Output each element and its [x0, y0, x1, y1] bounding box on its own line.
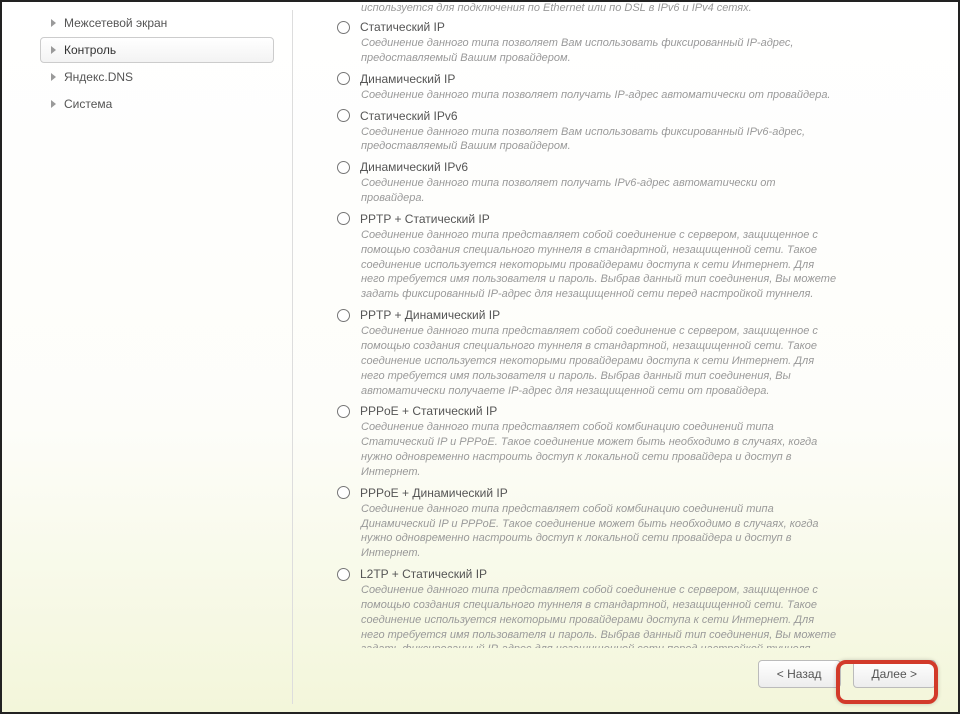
option-static-ipv6: Статический IPv6 Соединение данного типа… [323, 109, 940, 155]
sidebar-item-label: Контроль [64, 43, 116, 57]
option-title: PPTP + Динамический IP [360, 308, 500, 322]
option-title: Статический IP [360, 20, 445, 34]
option-description: Соединение данного типа представляет соб… [337, 420, 837, 479]
back-button[interactable]: < Назад [758, 660, 841, 688]
option-title: PPPoE + Статический IP [360, 404, 497, 418]
option-title: Статический IPv6 [360, 109, 458, 123]
option-description: Соединение данного типа позволяет получа… [337, 88, 837, 103]
radio-pptp-dynamic[interactable] [337, 309, 350, 322]
sidebar-item-control[interactable]: Контроль [40, 37, 274, 63]
main-content: используется для подключения по Ethernet… [293, 2, 958, 712]
option-dynamic-ipv6: Динамический IPv6 Соединение данного тип… [323, 160, 940, 206]
option-description: Соединение данного типа позволяет Вам ис… [337, 36, 837, 66]
chevron-right-icon [51, 100, 56, 108]
sidebar-item-system[interactable]: Система [40, 91, 274, 117]
option-dynamic-ip: Динамический IP Соединение данного типа … [323, 72, 940, 103]
sidebar-item-label: Система [64, 97, 112, 111]
connection-type-options: используется для подключения по Ethernet… [323, 2, 940, 648]
sidebar-item-yandex-dns[interactable]: Яндекс.DNS [40, 64, 274, 90]
option-static-ip: Статический IP Соединение данного типа п… [323, 20, 940, 66]
option-description: используется для подключения по Ethernet… [323, 2, 940, 14]
option-l2tp-static: L2TP + Статический IP Соединение данного… [323, 567, 940, 648]
option-description: Соединение данного типа позволяет получа… [337, 176, 837, 206]
radio-static-ipv6[interactable] [337, 109, 350, 122]
option-description: Соединение данного типа позволяет Вам ис… [337, 125, 837, 155]
sidebar-item-label: Межсетевой экран [64, 16, 167, 30]
option-title: Динамический IP [360, 72, 455, 86]
option-description: Соединение данного типа представляет соб… [337, 502, 837, 561]
wizard-footer: < Назад Далее > [323, 648, 940, 702]
option-description: Соединение данного типа представляет соб… [337, 583, 837, 648]
radio-pptp-static[interactable] [337, 212, 350, 225]
sidebar-item-label: Яндекс.DNS [64, 70, 133, 84]
radio-dynamic-ip[interactable] [337, 72, 350, 85]
option-title: Динамический IPv6 [360, 160, 468, 174]
option-title: PPPoE + Динамический IP [360, 486, 508, 500]
radio-l2tp-static[interactable] [337, 568, 350, 581]
option-title: PPTP + Статический IP [360, 212, 490, 226]
option-pppoe-dynamic: PPPoE + Динамический IP Соединение данно… [323, 486, 940, 561]
option-pptp-static: PPTP + Статический IP Соединение данного… [323, 212, 940, 302]
chevron-right-icon [51, 46, 56, 54]
radio-pppoe-static[interactable] [337, 405, 350, 418]
sidebar: Межсетевой экран Контроль Яндекс.DNS Сис… [2, 2, 292, 712]
sidebar-item-firewall[interactable]: Межсетевой экран [40, 10, 274, 36]
chevron-right-icon [51, 19, 56, 27]
chevron-right-icon [51, 73, 56, 81]
option-pptp-dynamic: PPTP + Динамический IP Соединение данног… [323, 308, 940, 398]
next-button[interactable]: Далее > [853, 660, 937, 688]
option-description: Соединение данного типа представляет соб… [337, 228, 837, 302]
radio-pppoe-dynamic[interactable] [337, 486, 350, 499]
radio-dynamic-ipv6[interactable] [337, 161, 350, 174]
option-title: L2TP + Статический IP [360, 567, 487, 581]
option-description: Соединение данного типа представляет соб… [337, 324, 837, 398]
radio-static-ip[interactable] [337, 21, 350, 34]
option-pppoe-static: PPPoE + Статический IP Соединение данног… [323, 404, 940, 479]
